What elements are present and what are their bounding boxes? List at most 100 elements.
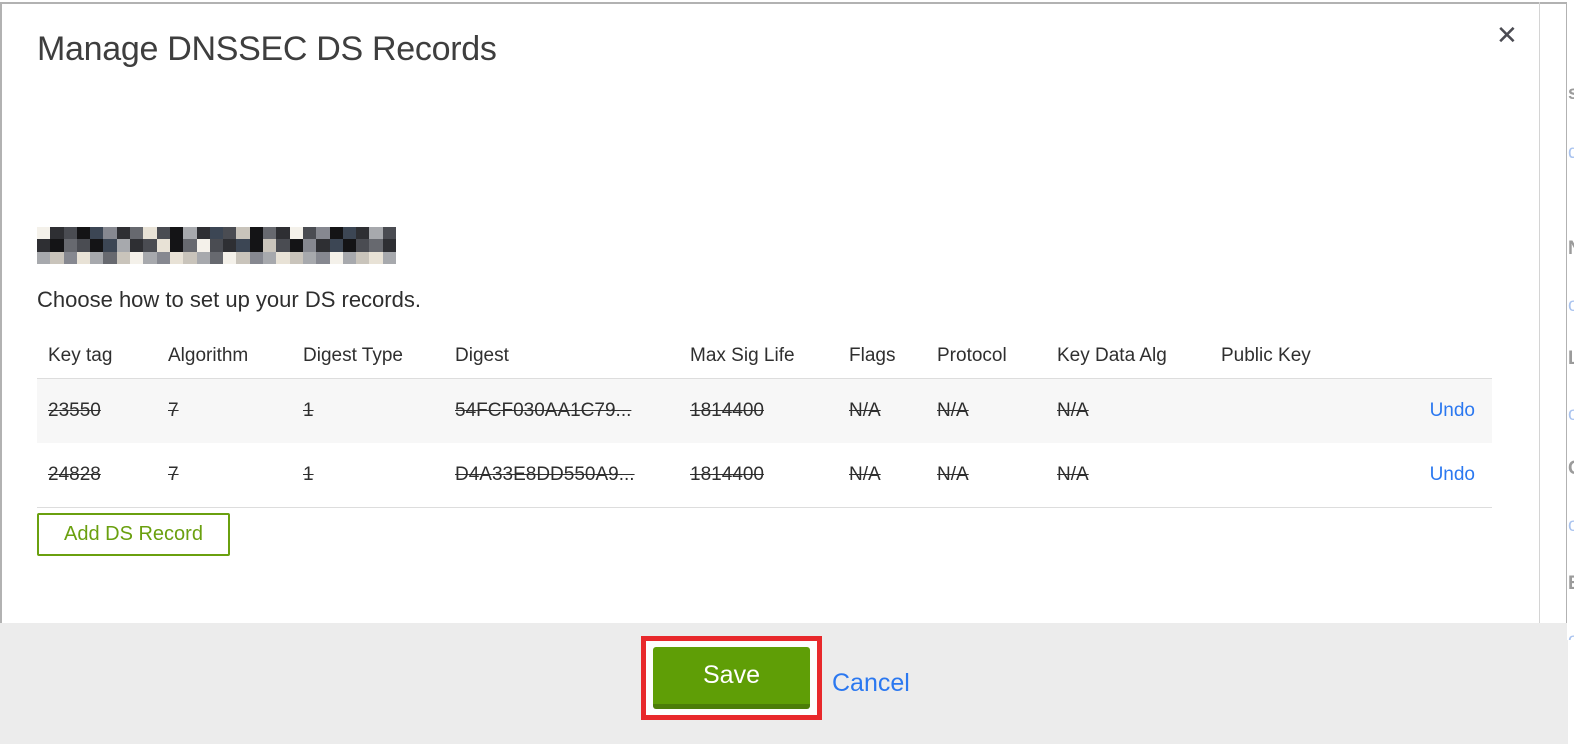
column-header: Flags: [849, 344, 896, 366]
add-ds-record-button[interactable]: Add DS Record: [37, 513, 230, 556]
column-header: Key tag: [48, 344, 113, 366]
background-text-fragment: o: [1568, 404, 1574, 425]
column-header: Digest: [455, 344, 509, 366]
background-text-fragment: o: [1568, 631, 1574, 640]
column-header: Algorithm: [168, 344, 249, 366]
redaction-pixel: [209, 239, 224, 252]
redaction-pixel: [90, 227, 104, 240]
redacted-domain-name: [37, 227, 396, 264]
ds-records-table: Key tag Algorithm Digest Type Digest Max Sig…: [37, 333, 1492, 508]
table-cell: 1: [303, 464, 314, 485]
redaction-pixel: [356, 239, 370, 252]
redaction-pixel: [223, 239, 237, 252]
redaction-pixel: [209, 227, 224, 240]
redaction-pixel: [249, 251, 264, 264]
redaction-pixel: [169, 227, 184, 240]
column-header: Max Sig Life: [690, 344, 795, 366]
table-body: 23550 7 1 54FCF030AA1C79... 1814400 N/A N/A N/A…: [37, 378, 1492, 508]
table-cell: N/A: [937, 464, 969, 485]
table-cell: 1814400: [690, 400, 764, 421]
redaction-pixel: [329, 239, 343, 252]
redaction-pixel: [329, 251, 343, 264]
redaction-pixel: [169, 239, 184, 252]
background-text-fragment: o: [1568, 295, 1574, 316]
redaction-pixel: [276, 251, 290, 264]
redaction-pixel: [223, 251, 237, 264]
dnssec-modal: Manage DNSSEC DS Records ✕ Choose how to…: [0, 2, 1568, 744]
redaction-pixel: [103, 251, 117, 264]
redaction-pixel: [276, 227, 290, 240]
background-text-fragment: o: [1568, 515, 1574, 536]
redaction-pixel: [316, 251, 330, 264]
close-icon[interactable]: ✕: [1496, 22, 1518, 48]
redaction-pixel: [196, 251, 210, 264]
table-row: 23550 7 1 54FCF030AA1C79... 1814400 N/A N/A N/A…: [37, 379, 1492, 443]
table-cell: 7: [168, 464, 179, 485]
redaction-pixel: [103, 227, 117, 240]
redaction-pixel: [103, 239, 117, 252]
redaction-pixel: [63, 251, 77, 264]
redaction-pixel: [169, 251, 184, 264]
redaction-pixel: [196, 227, 210, 240]
redaction-pixel: [50, 227, 64, 240]
redaction-pixel: [156, 227, 170, 240]
redaction-pixel: [50, 251, 64, 264]
redaction-pixel: [289, 227, 303, 240]
redaction-pixel: [50, 239, 64, 252]
redaction-pixel: [382, 239, 396, 252]
redaction-pixel: [37, 239, 51, 252]
redaction-pixel: [63, 227, 77, 240]
redaction-pixel: [116, 227, 131, 240]
undo-link[interactable]: Undo: [1430, 400, 1475, 421]
table-cell: N/A: [849, 464, 881, 485]
background-page-strip: s d No Lo Co Eo: [1567, 0, 1574, 640]
redaction-pixel: [236, 239, 250, 252]
table-action-cell: Undo: [1371, 400, 1492, 422]
redaction-pixel: [156, 239, 170, 252]
redaction-pixel: [236, 251, 250, 264]
table-cell: 24828: [48, 464, 101, 485]
table-cell: 1: [303, 400, 314, 421]
redaction-pixel: [342, 251, 357, 264]
column-header: Protocol: [937, 344, 1007, 366]
redaction-pixel: [263, 251, 277, 264]
undo-link[interactable]: Undo: [1430, 464, 1475, 485]
redaction-pixel: [236, 227, 250, 240]
cancel-link[interactable]: Cancel: [832, 669, 910, 698]
table-action-cell: Undo: [1371, 464, 1492, 486]
redaction-pixel: [263, 227, 277, 240]
page-title: Manage DNSSEC DS Records: [37, 30, 497, 68]
table-cell: N/A: [1057, 400, 1089, 421]
table-cell: N/A: [849, 400, 881, 421]
redaction-pixel: [183, 239, 197, 252]
column-header: Key Data Alg: [1057, 344, 1167, 366]
redaction-pixel: [90, 251, 104, 264]
save-button[interactable]: Save: [653, 647, 810, 709]
table-cell: D4A33E8DD550A9...: [455, 464, 635, 485]
redaction-pixel: [143, 227, 157, 240]
save-highlight-annotation: Save: [641, 636, 822, 720]
redaction-pixel: [116, 239, 131, 252]
column-header: Public Key: [1221, 344, 1311, 366]
redaction-pixel: [76, 227, 91, 240]
redaction-pixel: [263, 239, 277, 252]
redaction-pixel: [76, 239, 91, 252]
table-cell: 1814400: [690, 464, 764, 485]
redaction-pixel: [76, 251, 91, 264]
redaction-pixel: [143, 239, 157, 252]
redaction-pixel: [369, 251, 383, 264]
redaction-pixel: [37, 227, 51, 240]
redaction-pixel: [156, 251, 170, 264]
redaction-pixel: [316, 227, 330, 240]
redaction-pixel: [302, 239, 317, 252]
redaction-pixel: [249, 239, 264, 252]
modal-footer: Save Cancel: [0, 623, 1568, 744]
table-cell: 54FCF030AA1C79...: [455, 400, 632, 421]
content-right-divider: [1539, 2, 1540, 623]
redaction-pixel: [130, 227, 144, 240]
background-text-fragment: s: [1568, 83, 1574, 104]
redaction-pixel: [116, 251, 131, 264]
redaction-pixel: [342, 227, 357, 240]
redaction-pixel: [90, 239, 104, 252]
background-text-fragment: L: [1568, 348, 1574, 369]
